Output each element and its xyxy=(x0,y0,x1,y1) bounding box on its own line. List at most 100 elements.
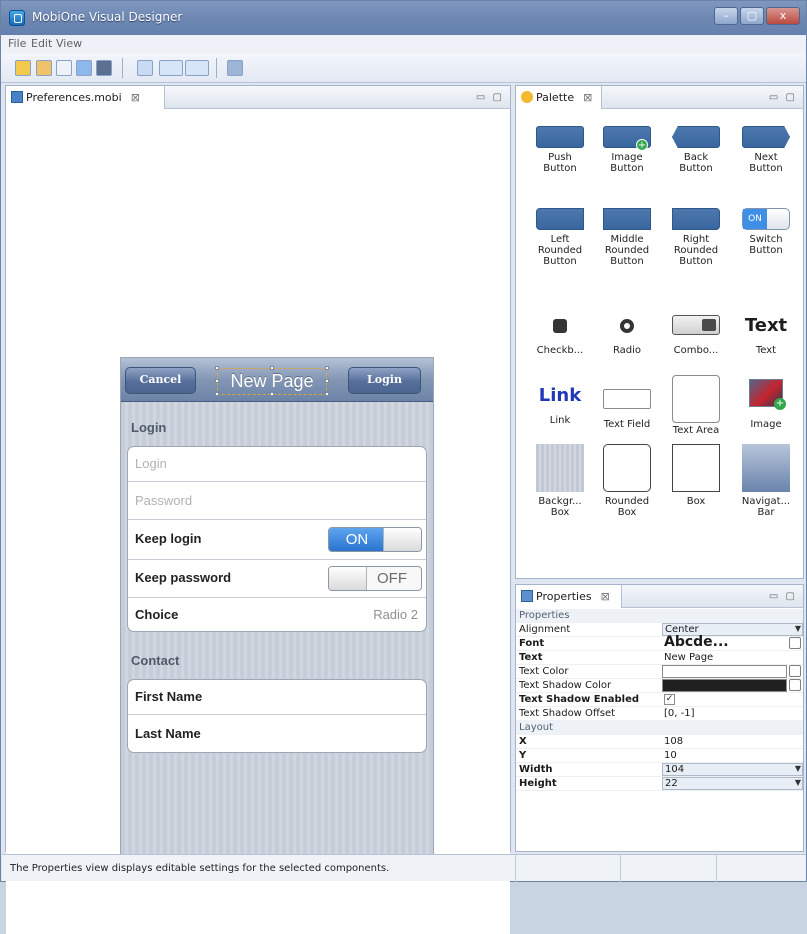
page-title[interactable]: New Page xyxy=(217,368,327,395)
login-field-row[interactable]: Login xyxy=(128,447,426,481)
width-dropdown[interactable]: 104 xyxy=(662,763,803,776)
tab-palette[interactable]: Palette ⊠ xyxy=(516,86,602,109)
text-shadow-offset-value[interactable]: [0, -1] xyxy=(664,708,695,719)
palette-push-button[interactable]: Push Button xyxy=(524,126,596,174)
selection-handle[interactable] xyxy=(270,392,274,396)
text-shadow-offset-row: Text Shadow Offset [0, -1] xyxy=(516,707,803,721)
open-folder-icon[interactable] xyxy=(36,60,52,76)
palette-tab-label: Palette xyxy=(536,91,575,104)
palette-checkbox[interactable]: Checkb... xyxy=(524,315,596,356)
keep-password-switch[interactable]: OFF xyxy=(328,566,422,591)
palette-label: Text Area xyxy=(672,425,720,436)
text-color-swatch[interactable] xyxy=(662,665,787,678)
keep-login-switch[interactable]: ON xyxy=(328,527,422,552)
menu-file[interactable]: File xyxy=(8,37,26,50)
navigation-bar[interactable]: Cancel New Page Login xyxy=(121,358,433,402)
status-divider xyxy=(620,855,621,882)
minimize-button[interactable]: – xyxy=(714,7,738,25)
selection-handle[interactable] xyxy=(325,392,329,396)
palette-image-button[interactable]: + Image Button xyxy=(591,126,663,174)
height-dropdown[interactable]: 22 xyxy=(662,777,803,790)
text-shadow-enabled-checkbox[interactable]: ✓ xyxy=(664,694,675,705)
preview-icon[interactable] xyxy=(76,60,92,76)
text-color-button[interactable] xyxy=(789,665,801,677)
text-color-label: Text Color xyxy=(519,666,569,677)
switch-on-label: ON xyxy=(329,528,385,551)
selection-handle[interactable] xyxy=(270,366,274,370)
palette-toggle-icon[interactable] xyxy=(185,60,209,76)
login-nav-button[interactable]: Login xyxy=(348,367,421,394)
palette-text-field[interactable]: Text Field xyxy=(591,385,663,430)
palette-text[interactable]: Text Text xyxy=(730,315,802,356)
new-file-icon[interactable] xyxy=(15,60,31,76)
status-divider xyxy=(515,855,516,882)
tab-properties[interactable]: Properties ⊠ xyxy=(516,585,622,608)
font-row: Font Abcde... xyxy=(516,634,803,651)
cancel-button[interactable]: Cancel xyxy=(125,367,196,394)
save-icon[interactable] xyxy=(56,60,72,76)
palette-next-button[interactable]: Next Button xyxy=(730,126,802,174)
palette-link[interactable]: Link Link xyxy=(524,385,596,426)
text-shadow-color-button[interactable] xyxy=(789,679,801,691)
tab-preferences-mobi[interactable]: Preferences.mobi ⊠ xyxy=(6,86,165,109)
choice-label: Choice xyxy=(135,607,179,622)
layout-icon[interactable] xyxy=(137,60,153,76)
status-divider xyxy=(716,855,717,882)
text-shadow-color-label: Text Shadow Color xyxy=(519,680,612,691)
palette-box[interactable]: Box xyxy=(660,444,732,507)
palette-view-controls[interactable]: ▭ ▢ xyxy=(769,92,797,103)
close-tab-icon[interactable]: ⊠ xyxy=(131,91,140,104)
login-field-placeholder: Login xyxy=(135,456,167,471)
palette-switch-button[interactable]: ON Switch Button xyxy=(730,208,802,256)
close-tab-icon[interactable]: ⊠ xyxy=(583,91,592,104)
y-value[interactable]: 10 xyxy=(664,750,677,761)
properties-toggle-icon[interactable] xyxy=(159,60,183,76)
maximize-button[interactable]: ▢ xyxy=(740,7,764,25)
palette-text-area[interactable]: Text Area xyxy=(660,375,732,436)
font-edit-button[interactable] xyxy=(789,637,801,649)
palette-image[interactable]: Image xyxy=(730,379,802,430)
palette-middle-rounded-button[interactable]: Middle Rounded Button xyxy=(591,208,663,267)
palette-label: Image xyxy=(611,152,643,163)
font-preview: Abcde... xyxy=(664,634,729,650)
menu-view[interactable]: View xyxy=(56,37,82,50)
selection-handle[interactable] xyxy=(215,379,219,383)
text-shadow-color-swatch[interactable] xyxy=(662,679,787,692)
editor-view-controls[interactable]: ▭ ▢ xyxy=(476,92,504,103)
menu-edit[interactable]: Edit xyxy=(31,37,52,50)
device-icon[interactable] xyxy=(96,60,112,76)
palette-label: Box xyxy=(617,507,637,518)
title-bar: MobiOne Visual Designer – ▢ x xyxy=(1,1,806,35)
last-name-row[interactable]: Last Name xyxy=(128,714,426,752)
palette-radio[interactable]: Radio xyxy=(591,315,663,356)
x-value[interactable]: 108 xyxy=(664,736,683,747)
phone-preview[interactable]: Cancel New Page Login Login Login Passwo… xyxy=(120,357,434,874)
selection-handle[interactable] xyxy=(215,392,219,396)
palette-right-rounded-button[interactable]: Right Rounded Button xyxy=(660,208,732,267)
choice-row[interactable]: Choice Radio 2 xyxy=(128,597,426,631)
palette-rounded-box[interactable]: Rounded Box xyxy=(591,444,663,518)
password-field-row[interactable]: Password xyxy=(128,481,426,519)
text-icon: Text xyxy=(744,315,788,336)
selection-handle[interactable] xyxy=(325,379,329,383)
text-value[interactable]: New Page xyxy=(664,652,713,663)
close-window-button[interactable]: x xyxy=(766,7,800,25)
toolbar-separator xyxy=(216,58,217,78)
selection-handle[interactable] xyxy=(215,366,219,370)
first-name-label: First Name xyxy=(135,689,203,704)
palette-background-box[interactable]: Backgr... Box xyxy=(524,444,596,518)
palette-label: Push xyxy=(548,152,572,163)
first-name-row[interactable]: First Name xyxy=(128,680,426,714)
palette-back-button[interactable]: Back Button xyxy=(660,126,732,174)
add-icon: + xyxy=(636,139,648,151)
layout-group-label: Layout xyxy=(519,722,553,733)
switch-icon-label: ON xyxy=(743,209,767,229)
palette-left-rounded-button[interactable]: Left Rounded Button xyxy=(524,208,596,267)
properties-view-controls[interactable]: ▭ ▢ xyxy=(769,591,797,602)
screen-icon[interactable] xyxy=(227,60,243,76)
palette-navigation-bar[interactable]: Navigat... Bar xyxy=(730,444,802,518)
selection-handle[interactable] xyxy=(325,366,329,370)
design-canvas[interactable]: Cancel New Page Login Login Login Passwo… xyxy=(6,110,510,934)
close-tab-icon[interactable]: ⊠ xyxy=(601,590,610,603)
palette-combo[interactable]: Combo... xyxy=(660,315,732,356)
